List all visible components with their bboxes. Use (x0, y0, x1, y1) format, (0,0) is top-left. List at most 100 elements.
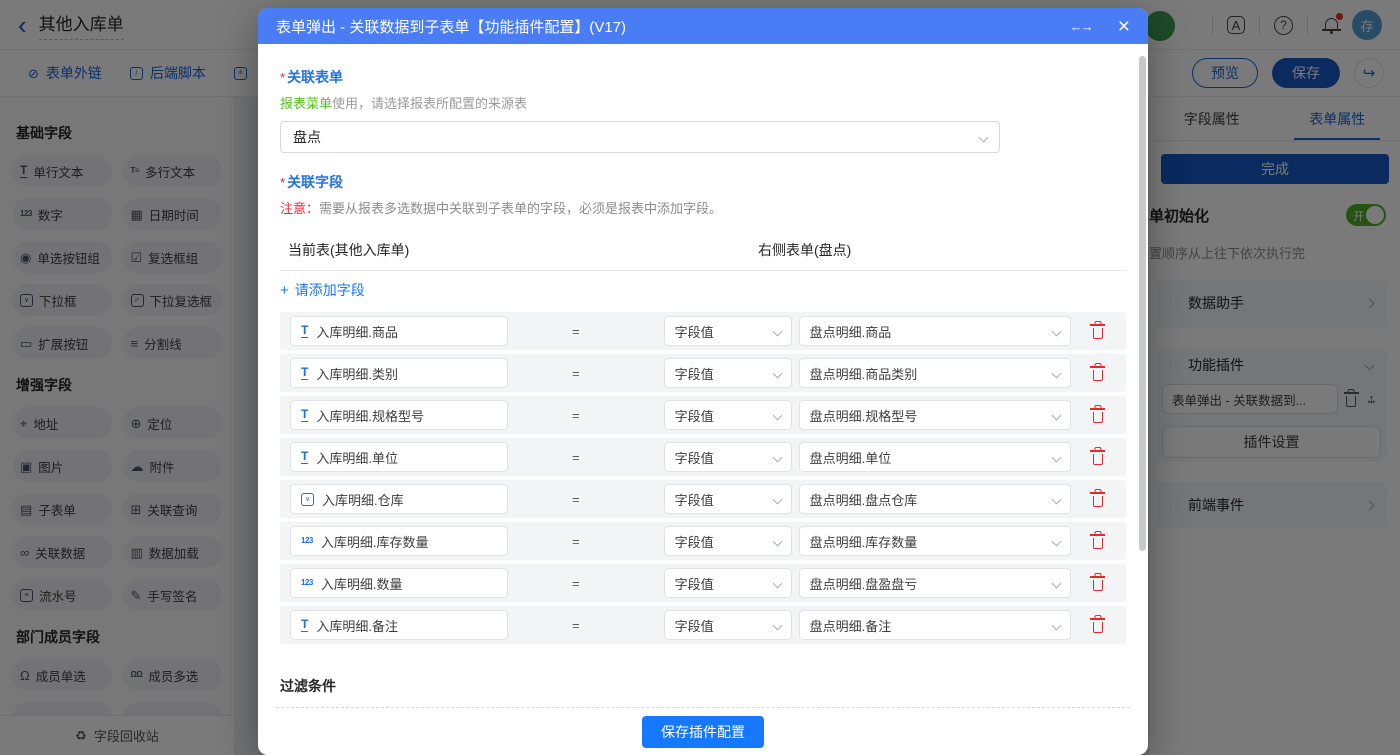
mapping-column-headers: 当前表(其他入库单) 右侧表单(盘点) (280, 240, 1126, 260)
operator-select[interactable]: 字段值 (664, 442, 792, 472)
field-mapping-row: ∨入库明细.仓库=字段值盘点明细.盘点仓库 (280, 480, 1126, 518)
modal-body: * 关联表单 报表菜单使用，请选择报表所配置的来源表 盘点 * 关联字段 注意：… (258, 44, 1148, 707)
operator-select[interactable]: 字段值 (664, 568, 792, 598)
operator-select[interactable]: 字段值 (664, 316, 792, 346)
plus-icon: + (280, 282, 289, 299)
equals-sign: = (572, 408, 580, 423)
left-table-header: 当前表(其他入库单) (280, 240, 758, 260)
left-field-input[interactable]: T 入库明细.类别 (290, 358, 508, 388)
chevron-down-icon (772, 368, 782, 378)
text-icon: T (301, 408, 308, 422)
chevron-down-icon (1051, 620, 1061, 630)
save-plugin-config-button[interactable]: 保存插件配置 (642, 716, 764, 748)
operator-select[interactable]: 字段值 (664, 484, 792, 514)
chevron-down-icon (772, 326, 782, 336)
left-field-value: 入库明细.库存数量 (321, 532, 429, 551)
equals-sign: = (572, 534, 580, 549)
left-field-value: 入库明细.规格型号 (316, 406, 424, 425)
left-field-input[interactable]: T 入库明细.备注 (290, 610, 508, 640)
equals-sign: = (572, 576, 580, 591)
field-mapping-row: 123 入库明细.数量 = 字段值盘点明细.盘盈盘亏 (280, 564, 1126, 602)
related-form-label: 关联表单 (287, 67, 343, 87)
chevron-down-icon (772, 494, 782, 504)
chevron-down-icon (1051, 326, 1061, 336)
chevron-down-icon (1051, 578, 1061, 588)
right-field-select[interactable]: 盘点明细.商品 (799, 316, 1071, 346)
field-mapping-row: T 入库明细.类别 = 字段值盘点明细.商品类别 (280, 354, 1126, 392)
right-field-select[interactable]: 盘点明细.规格型号 (799, 400, 1071, 430)
operator-select[interactable]: 字段值 (664, 358, 792, 388)
delete-row-icon[interactable] (1093, 580, 1103, 591)
chevron-down-icon (1051, 452, 1061, 462)
delete-row-icon[interactable] (1093, 538, 1103, 549)
right-field-select[interactable]: 盘点明细.单位 (799, 442, 1071, 472)
text-icon: T (301, 618, 308, 632)
chevron-down-icon (772, 536, 782, 546)
left-field-value: 入库明细.商品 (316, 322, 398, 341)
operator-select[interactable]: 字段值 (664, 526, 792, 556)
delete-row-icon[interactable] (1093, 370, 1103, 381)
text-icon: T (301, 450, 308, 464)
field-mapping-row: T 入库明细.商品 = 字段值盘点明细.商品 (280, 312, 1126, 350)
delete-row-icon[interactable] (1093, 622, 1103, 633)
modal-title: 表单弹出 - 关联数据到子表单【功能插件配置】(V17) (276, 16, 1070, 37)
field-mapping-row: T 入库明细.单位 = 字段值盘点明细.单位 (280, 438, 1126, 476)
field-mapping-row: T 入库明细.备注 = 字段值盘点明细.备注 (280, 606, 1126, 644)
source-table-select[interactable]: 盘点 (280, 121, 1000, 153)
left-field-value: 入库明细.单位 (316, 448, 398, 467)
modal-footer: 保存插件配置 (276, 707, 1130, 755)
modal-scrollbar[interactable] (1139, 56, 1146, 551)
required-mark: * (280, 70, 285, 85)
expand-icon[interactable]: ←→ (1070, 19, 1092, 34)
left-field-input[interactable]: 123 入库明细.库存数量 (290, 526, 508, 556)
left-field-input[interactable]: T 入库明细.商品 (290, 316, 508, 346)
field-mapping-row: T 入库明细.规格型号 = 字段值盘点明细.规格型号 (280, 396, 1126, 434)
text-icon: T (301, 366, 308, 380)
left-field-value: 入库明细.数量 (321, 574, 403, 593)
screen: ‹ 其他入库单 A ? 存 ⊘表单外链/后端脚本ılı 预览 保存 ↪ 基础字段… (0, 0, 1400, 755)
left-field-value: 入库明细.仓库 (322, 490, 404, 509)
select-icon: ∨ (301, 493, 314, 506)
chevron-down-icon (1051, 410, 1061, 420)
right-table-header: 右侧表单(盘点) (758, 240, 851, 260)
chevron-down-icon (772, 578, 782, 588)
left-field-input[interactable]: T 入库明细.规格型号 (290, 400, 508, 430)
field-mapping-row: 123 入库明细.库存数量 = 字段值盘点明细.库存数量 (280, 522, 1126, 560)
close-icon[interactable]: × (1118, 16, 1130, 37)
number-icon: 123 (301, 537, 313, 545)
note-text: 注意：需要从报表多选数据中关联到子表单的字段，必须是报表中添加字段。 (280, 198, 1126, 217)
number-icon: 123 (301, 579, 313, 587)
delete-row-icon[interactable] (1093, 454, 1103, 465)
chevron-down-icon (1051, 368, 1061, 378)
right-field-select[interactable]: 盘点明细.备注 (799, 610, 1071, 640)
equals-sign: = (572, 366, 580, 381)
equals-sign: = (572, 324, 580, 339)
operator-select[interactable]: 字段值 (664, 400, 792, 430)
delete-row-icon[interactable] (1093, 496, 1103, 507)
equals-sign: = (572, 450, 580, 465)
field-mapping-list: T入库明细.商品=字段值盘点明细.商品T入库明细.类别=字段值盘点明细.商品类别… (280, 312, 1126, 644)
add-field-button[interactable]: + 请添加字段 (280, 280, 400, 300)
chevron-down-icon (979, 132, 989, 142)
text-icon: T (301, 324, 308, 338)
left-field-input[interactable]: ∨ 入库明细.仓库 (290, 484, 508, 514)
left-field-value: 入库明细.类别 (316, 364, 398, 383)
chevron-down-icon (772, 620, 782, 630)
equals-sign: = (572, 618, 580, 633)
operator-select[interactable]: 字段值 (664, 610, 792, 640)
delete-row-icon[interactable] (1093, 328, 1103, 339)
left-field-value: 入库明细.备注 (316, 616, 398, 635)
related-form-hint: 报表菜单使用，请选择报表所配置的来源表 (280, 93, 1126, 112)
right-field-select[interactable]: 盘点明细.盘盈盘亏 (799, 568, 1071, 598)
right-field-select[interactable]: 盘点明细.商品类别 (799, 358, 1071, 388)
chevron-down-icon (772, 410, 782, 420)
divider (280, 270, 1126, 271)
right-field-select[interactable]: 盘点明细.盘点仓库 (799, 484, 1071, 514)
delete-row-icon[interactable] (1093, 412, 1103, 423)
related-fields-label: 关联字段 (287, 172, 343, 192)
left-field-input[interactable]: T 入库明细.单位 (290, 442, 508, 472)
right-field-select[interactable]: 盘点明细.库存数量 (799, 526, 1071, 556)
chevron-down-icon (1051, 536, 1061, 546)
left-field-input[interactable]: 123 入库明细.数量 (290, 568, 508, 598)
modal-header: 表单弹出 - 关联数据到子表单【功能插件配置】(V17) ←→ × (258, 8, 1148, 44)
